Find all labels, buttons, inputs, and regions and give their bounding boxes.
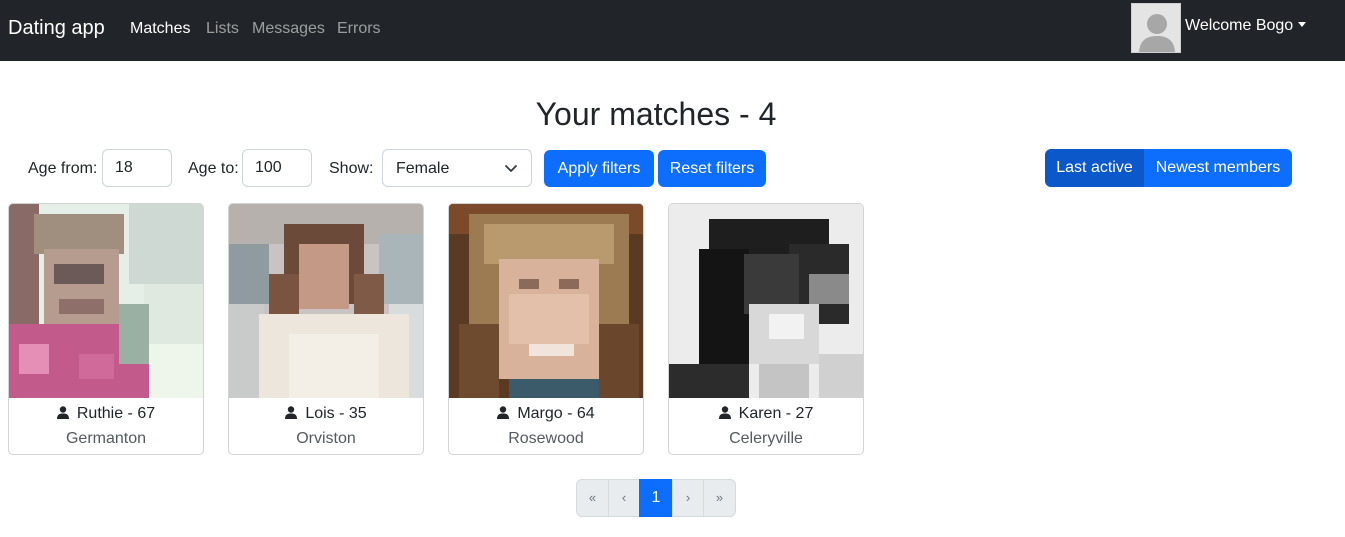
member-city: Orviston	[296, 430, 356, 447]
user-menu-toggle[interactable]: Welcome Bogo	[1185, 17, 1307, 35]
welcome-text: Welcome Bogo	[1185, 17, 1294, 34]
reset-filters-button[interactable]: Reset filters	[658, 150, 766, 187]
member-card[interactable]: Ruthie - 67 Germanton	[8, 203, 204, 455]
member-name-line: Lois - 35	[229, 405, 423, 423]
member-name-age: Margo - 64	[517, 405, 595, 422]
nav-matches[interactable]: Matches	[130, 20, 190, 38]
age-to-label: Age to:	[188, 160, 239, 177]
nav-messages[interactable]: Messages	[252, 20, 325, 38]
brand-link[interactable]: Dating app	[8, 17, 105, 40]
user-avatar[interactable]	[1131, 3, 1181, 53]
age-to-input[interactable]	[242, 149, 312, 187]
user-icon	[285, 406, 298, 419]
page-prev-button[interactable]: ‹	[608, 479, 640, 517]
nav-lists[interactable]: Lists	[206, 20, 239, 38]
caret-down-icon	[1298, 22, 1307, 27]
gender-select-value: Female	[396, 160, 450, 177]
user-icon	[56, 406, 69, 419]
member-name-line: Ruthie - 67	[9, 405, 203, 423]
member-photo	[9, 204, 203, 398]
member-card[interactable]: Lois - 35 Orviston	[228, 203, 424, 455]
navbar: Dating app Matches Lists Messages Errors…	[0, 0, 1345, 61]
member-city: Celeryville	[729, 430, 803, 447]
user-silhouette-icon	[1132, 4, 1180, 52]
member-name-line: Karen - 27	[669, 405, 863, 423]
user-icon	[497, 406, 510, 419]
page-1-button[interactable]: 1	[639, 479, 673, 517]
sort-newest-members-button[interactable]: Newest members	[1144, 149, 1292, 187]
show-label: Show:	[329, 160, 374, 177]
user-icon	[718, 406, 731, 419]
sort-button-group: Last active Newest members	[1045, 149, 1292, 187]
gender-select[interactable]: Female	[382, 149, 532, 187]
member-card[interactable]: Karen - 27 Celeryville	[668, 203, 864, 455]
member-name-age: Lois - 35	[305, 405, 367, 422]
member-name-age: Ruthie - 67	[76, 405, 156, 422]
sort-last-active-button[interactable]: Last active	[1045, 149, 1144, 187]
member-name-age: Karen - 27	[738, 405, 814, 422]
page-first-button[interactable]: «	[576, 479, 609, 517]
age-from-label: Age from:	[28, 160, 98, 177]
member-city: Germanton	[65, 430, 147, 447]
member-photo	[229, 204, 423, 398]
member-photo	[669, 204, 863, 398]
chevron-down-icon	[505, 165, 517, 172]
page-next-button[interactable]: ›	[672, 479, 704, 517]
page-last-button[interactable]: »	[703, 479, 736, 517]
member-name-line: Margo - 64	[449, 405, 643, 423]
nav-errors[interactable]: Errors	[337, 20, 381, 38]
page-title: Your matches - 4	[535, 96, 777, 132]
apply-filters-button[interactable]: Apply filters	[544, 150, 654, 187]
member-photo	[449, 204, 643, 398]
member-card[interactable]: Margo - 64 Rosewood	[448, 203, 644, 455]
member-city: Rosewood	[508, 430, 584, 447]
age-from-input[interactable]	[102, 149, 172, 187]
